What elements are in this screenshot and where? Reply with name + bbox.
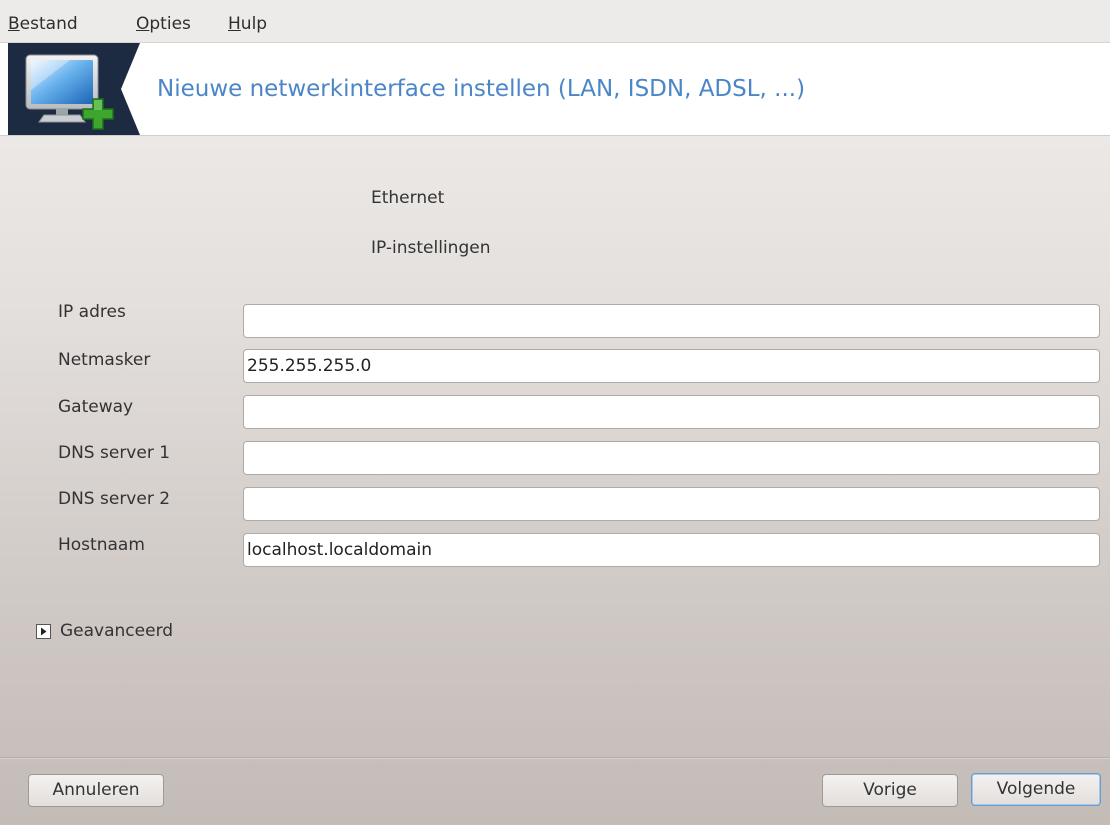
- hostname-input[interactable]: [243, 533, 1100, 567]
- section-heading: IP-instellingen: [371, 238, 491, 258]
- advanced-expander[interactable]: Geavanceerd: [36, 619, 173, 643]
- network-monitor-add-icon: [8, 43, 140, 135]
- bottom-separator: [0, 757, 1110, 759]
- netmask-input[interactable]: [243, 349, 1100, 383]
- menu-hulp[interactable]: Hulp: [228, 14, 267, 34]
- menu-opties-label: pties: [149, 14, 191, 34]
- previous-button[interactable]: Vorige: [822, 774, 958, 807]
- gateway-label: Gateway: [58, 397, 134, 417]
- menu-bestand[interactable]: Bestand: [8, 14, 78, 34]
- page-title: Nieuwe netwerkinterface instellen (LAN, …: [157, 76, 806, 102]
- advanced-label: Geavanceerd: [60, 621, 174, 641]
- ip-address-input[interactable]: [243, 304, 1100, 338]
- device-type-heading: Ethernet: [371, 188, 445, 208]
- gateway-input[interactable]: [243, 395, 1100, 429]
- netmask-label: Netmasker: [58, 350, 151, 370]
- menu-opties-mnemonic: O: [136, 14, 150, 34]
- hostname-label: Hostnaam: [58, 535, 145, 555]
- header-banner: Nieuwe netwerkinterface instellen (LAN, …: [0, 43, 1110, 136]
- menu-hulp-mnemonic: H: [228, 14, 241, 34]
- dns-server-1-label: DNS server 1: [58, 443, 171, 463]
- dns-server-2-label: DNS server 2: [58, 489, 171, 509]
- menu-bestand-mnemonic: B: [8, 14, 20, 34]
- next-button[interactable]: Volgende: [971, 773, 1101, 806]
- dns-server-1-input[interactable]: [243, 441, 1100, 475]
- menu-bar: Bestand Opties Hulp: [0, 0, 1110, 43]
- menu-opties[interactable]: Opties: [136, 14, 191, 34]
- dns-server-2-input[interactable]: [243, 487, 1100, 521]
- ip-address-label: IP adres: [58, 302, 126, 322]
- menu-bestand-label: estand: [19, 14, 78, 34]
- cancel-button[interactable]: Annuleren: [28, 774, 164, 807]
- expander-right-arrow-icon: [36, 623, 51, 639]
- menu-hulp-label: ulp: [240, 14, 268, 34]
